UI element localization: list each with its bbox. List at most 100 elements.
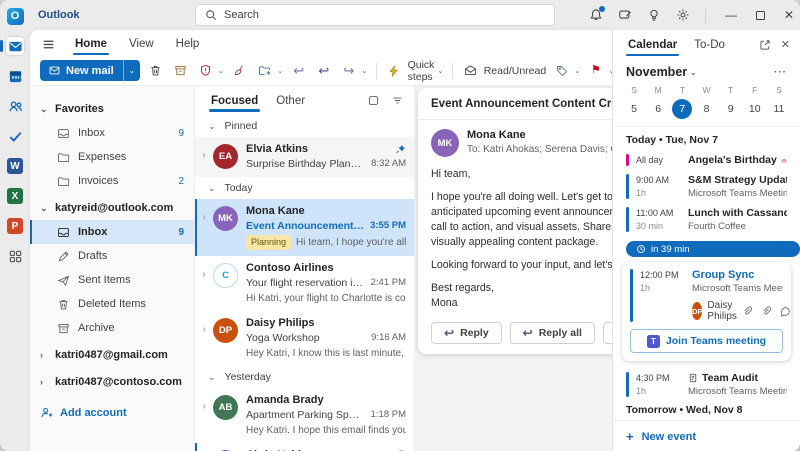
folder-archive[interactable]: Archive bbox=[30, 316, 194, 340]
notifications-icon[interactable] bbox=[589, 6, 605, 22]
event-strategy-update[interactable]: 9:00 AM 1h S&M Strategy Update Microsoft … bbox=[613, 170, 800, 203]
select-messages-icon[interactable] bbox=[367, 94, 380, 107]
reply-button[interactable]: ↩ Reply bbox=[431, 322, 502, 344]
folder-invoices[interactable]: Invoices 2 bbox=[30, 169, 194, 193]
expand-chevron-icon[interactable]: › bbox=[198, 316, 210, 360]
tips-lightbulb-icon[interactable] bbox=[647, 8, 661, 22]
tab-other[interactable]: Other bbox=[274, 92, 307, 110]
group-header-yesterday[interactable]: ⌄ Yesterday bbox=[195, 366, 414, 388]
chat-bubble-icon[interactable] bbox=[780, 306, 791, 317]
account-gmail-header[interactable]: › katri0487@gmail.com bbox=[30, 343, 194, 367]
quick-steps-dropdown[interactable]: ⌄ bbox=[437, 66, 443, 75]
date-cell[interactable]: 5 bbox=[622, 98, 646, 120]
tab-todo[interactable]: To-Do bbox=[692, 36, 727, 54]
new-event-button[interactable]: + New event bbox=[613, 420, 800, 451]
message-row-daisy[interactable]: › DP Daisy Philips Yoga Workshop 9:16 AM… bbox=[195, 311, 414, 366]
rail-powerpoint-icon[interactable]: P bbox=[6, 217, 24, 235]
favorites-section-header[interactable]: ⌄ Favorites bbox=[30, 97, 194, 121]
account-contoso-header[interactable]: › katri0487@contoso.com bbox=[30, 370, 194, 394]
tab-help[interactable]: Help bbox=[174, 35, 202, 53]
featured-event-card[interactable]: 12:00 PM 1h Group Sync Microsoft Teams Me… bbox=[622, 262, 791, 361]
folder-deleted-items[interactable]: Deleted Items bbox=[30, 292, 194, 316]
event-team-audit[interactable]: 4:30 PM 1h Team Audit Microsoft Teams Mee… bbox=[613, 368, 800, 401]
maximize-button[interactable] bbox=[755, 10, 765, 20]
attachment-paperclip-icon[interactable] bbox=[742, 306, 753, 317]
forward-icon[interactable]: ↪ bbox=[339, 60, 358, 81]
quick-steps-icon[interactable] bbox=[385, 60, 404, 81]
group-header-today[interactable]: ⌄ Today bbox=[195, 177, 414, 199]
report-dropdown[interactable]: ⌄ bbox=[218, 66, 224, 75]
new-mail-button[interactable]: New mail ⌄ bbox=[40, 60, 140, 81]
forward-button[interactable]: ↪ Forward bbox=[602, 322, 612, 344]
message-row-contoso[interactable]: › C Contoso Airlines Your flight reserva… bbox=[195, 256, 414, 311]
reply-icon[interactable]: ↩ bbox=[289, 60, 308, 81]
move-to-dropdown[interactable]: ⌄ bbox=[277, 66, 283, 75]
move-to-icon[interactable] bbox=[255, 60, 274, 81]
forward-dropdown[interactable]: ⌄ bbox=[361, 66, 367, 75]
group-header-pinned[interactable]: ⌄ Pinned bbox=[195, 115, 414, 137]
close-panel-icon[interactable]: ✕ bbox=[781, 39, 790, 51]
month-label[interactable]: November bbox=[626, 65, 687, 79]
reply-all-icon[interactable]: ↩ bbox=[314, 60, 333, 81]
quick-steps-label[interactable]: Quick steps bbox=[408, 59, 435, 83]
tab-view[interactable]: View bbox=[127, 35, 156, 53]
expand-chevron-icon[interactable]: › bbox=[198, 261, 210, 305]
add-account-button[interactable]: Add account bbox=[30, 406, 194, 419]
expand-chevron-icon[interactable]: › bbox=[198, 142, 210, 171]
folder-drafts[interactable]: Drafts bbox=[30, 244, 194, 268]
folder-sent-items[interactable]: Sent Items bbox=[30, 268, 194, 292]
tab-home[interactable]: Home bbox=[73, 35, 109, 55]
date-cell[interactable]: 8 bbox=[694, 98, 718, 120]
date-cell[interactable]: 9 bbox=[719, 98, 743, 120]
popout-icon[interactable] bbox=[759, 39, 771, 51]
feedback-icon[interactable] bbox=[618, 8, 632, 22]
rail-mail-icon[interactable] bbox=[0, 37, 24, 55]
event-lunch[interactable]: 11:00 AM30 min Lunch with Cassandra Four… bbox=[613, 203, 800, 236]
new-mail-dropdown[interactable]: ⌄ bbox=[122, 60, 140, 81]
folder-expenses[interactable]: Expenses bbox=[30, 145, 194, 169]
folder-favorites-inbox[interactable]: Inbox 9 bbox=[30, 121, 194, 145]
day-letter: T bbox=[728, 85, 734, 95]
expand-chevron-icon[interactable]: › bbox=[198, 393, 210, 437]
archive-icon[interactable] bbox=[171, 60, 190, 81]
tab-calendar[interactable]: Calendar bbox=[626, 36, 680, 56]
reply-all-button[interactable]: ↩ Reply all bbox=[509, 322, 595, 344]
expand-chevron-icon[interactable]: › bbox=[198, 204, 210, 250]
join-teams-meeting-button[interactable]: T Join Teams meeting bbox=[630, 329, 783, 353]
categorize-dropdown[interactable]: ⌄ bbox=[574, 66, 580, 75]
rail-todo-icon[interactable] bbox=[6, 127, 24, 145]
date-cell[interactable]: 10 bbox=[743, 98, 767, 120]
folder-inbox-selected[interactable]: Inbox 9 bbox=[30, 220, 194, 244]
message-row-elvia[interactable]: › EA Elvia Atkins Surprise Birthday Plan… bbox=[195, 137, 414, 177]
sweep-icon[interactable] bbox=[230, 60, 249, 81]
date-cell-selected[interactable]: 7 bbox=[670, 98, 694, 120]
close-button[interactable]: ✕ bbox=[784, 9, 794, 21]
month-dropdown-icon[interactable]: ⌄ bbox=[690, 68, 696, 77]
message-row-chris[interactable]: › CN Chris Naidoo @ Thanks for joining o… bbox=[195, 443, 414, 451]
categorize-tag-icon[interactable] bbox=[552, 60, 571, 81]
filter-icon[interactable] bbox=[391, 94, 404, 107]
rail-word-icon[interactable]: W bbox=[6, 157, 24, 175]
minimize-button[interactable]: — bbox=[725, 9, 737, 21]
settings-gear-icon[interactable] bbox=[676, 8, 690, 22]
flag-icon[interactable]: ⚑ bbox=[586, 60, 605, 81]
rail-people-icon[interactable] bbox=[6, 97, 24, 115]
link-paperclip-icon[interactable] bbox=[761, 306, 772, 317]
event-birthday[interactable]: All day Angela's Birthday bbox=[613, 150, 800, 170]
rail-excel-icon[interactable]: X bbox=[6, 187, 24, 205]
delete-icon[interactable] bbox=[146, 60, 165, 81]
date-cell[interactable]: 11 bbox=[767, 98, 791, 120]
read-unread-icon[interactable] bbox=[461, 60, 480, 81]
account-section-header[interactable]: ⌄ katyreid@outlook.com bbox=[30, 196, 194, 220]
hamburger-menu-icon[interactable] bbox=[42, 38, 55, 51]
search-input[interactable]: Search bbox=[195, 4, 555, 26]
read-unread-label[interactable]: Read/Unread bbox=[484, 65, 546, 77]
message-row-amanda[interactable]: › AB Amanda Brady Apartment Parking Spot… bbox=[195, 388, 414, 443]
rail-calendar-icon[interactable] bbox=[6, 67, 24, 85]
date-cell[interactable]: 6 bbox=[646, 98, 670, 120]
tab-focused[interactable]: Focused bbox=[209, 92, 261, 112]
rail-more-apps-icon[interactable] bbox=[6, 247, 24, 265]
report-icon[interactable] bbox=[196, 60, 215, 81]
message-row-mona[interactable]: › MK Mona Kane Event Announcement Conten… bbox=[195, 199, 414, 256]
calendar-more-icon[interactable]: ··· bbox=[774, 67, 787, 78]
